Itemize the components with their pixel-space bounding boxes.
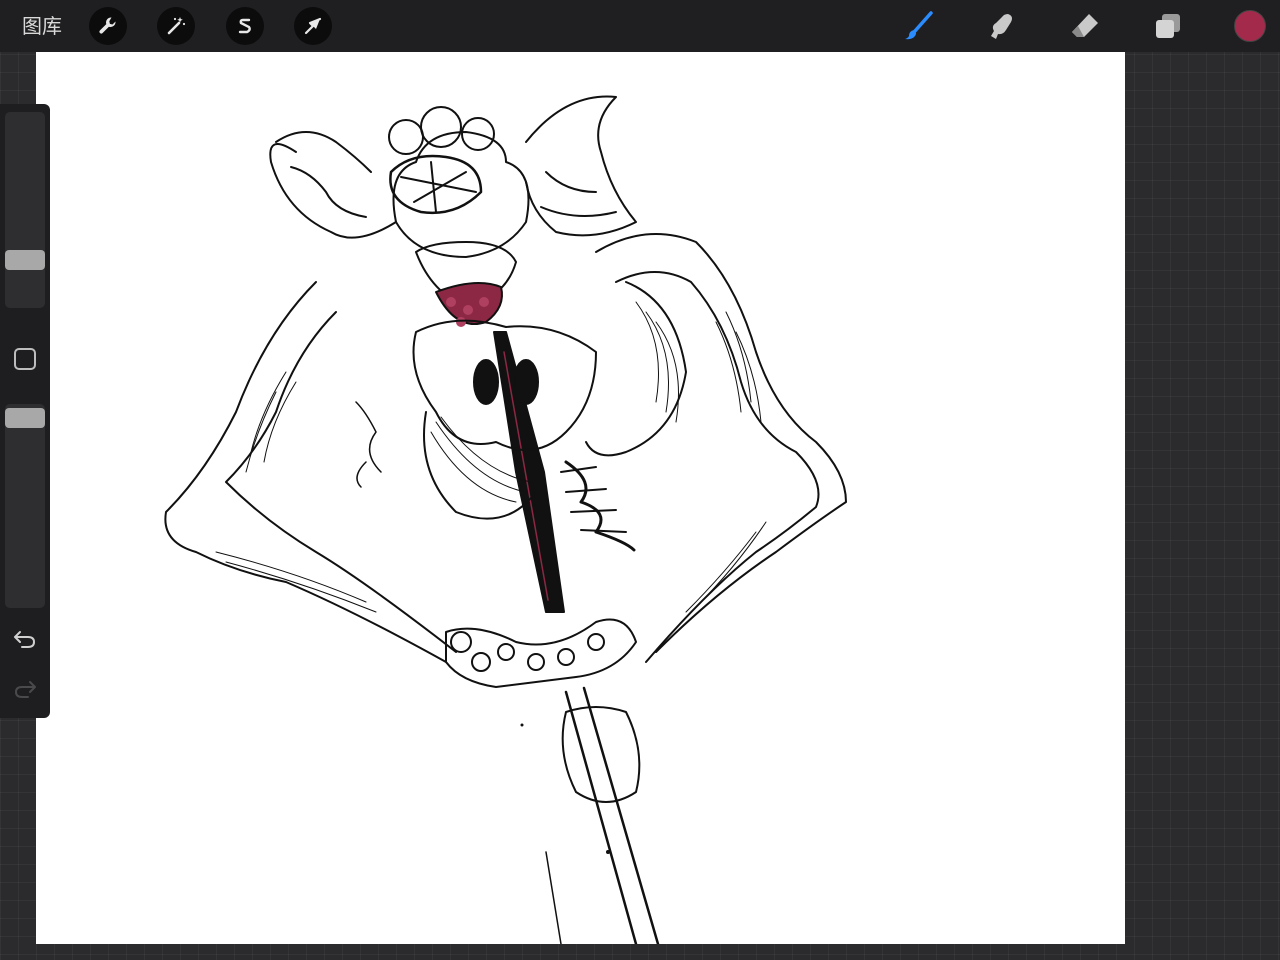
brush-size-slider[interactable] <box>5 112 45 308</box>
selection-button[interactable] <box>226 7 264 45</box>
undo-button[interactable] <box>12 628 38 650</box>
left-sidebar <box>0 104 50 718</box>
selection-s-icon <box>238 18 251 34</box>
redo-button[interactable] <box>12 678 38 700</box>
top-toolbar: 图库 <box>0 0 1280 52</box>
gallery-button[interactable]: 图库 <box>22 14 62 38</box>
brush-icon <box>905 11 933 40</box>
actions-button[interactable] <box>89 7 127 45</box>
wrench-icon <box>99 17 116 34</box>
adjustments-button[interactable] <box>157 7 195 45</box>
smudge-finger-icon <box>991 14 1012 39</box>
opacity-handle[interactable] <box>5 408 45 428</box>
brush-tool[interactable] <box>903 10 935 42</box>
transform-button[interactable] <box>294 7 332 45</box>
redo-icon <box>15 681 36 698</box>
color-picker-button[interactable] <box>1234 10 1266 42</box>
brush-size-handle[interactable] <box>5 250 45 270</box>
eraser-tool[interactable] <box>1069 10 1101 42</box>
drawing-canvas[interactable] <box>36 52 1125 944</box>
layers-icon <box>1156 14 1180 38</box>
eraser-icon <box>1072 14 1098 37</box>
arrow-cursor-icon <box>304 17 322 35</box>
smudge-tool[interactable] <box>986 10 1018 42</box>
modify-button[interactable] <box>14 348 36 370</box>
magic-wand-icon <box>167 17 186 35</box>
undo-icon <box>14 631 35 648</box>
opacity-slider[interactable] <box>5 404 45 608</box>
skeleton-ink-drawing <box>164 95 847 944</box>
layers-button[interactable] <box>1152 10 1184 42</box>
